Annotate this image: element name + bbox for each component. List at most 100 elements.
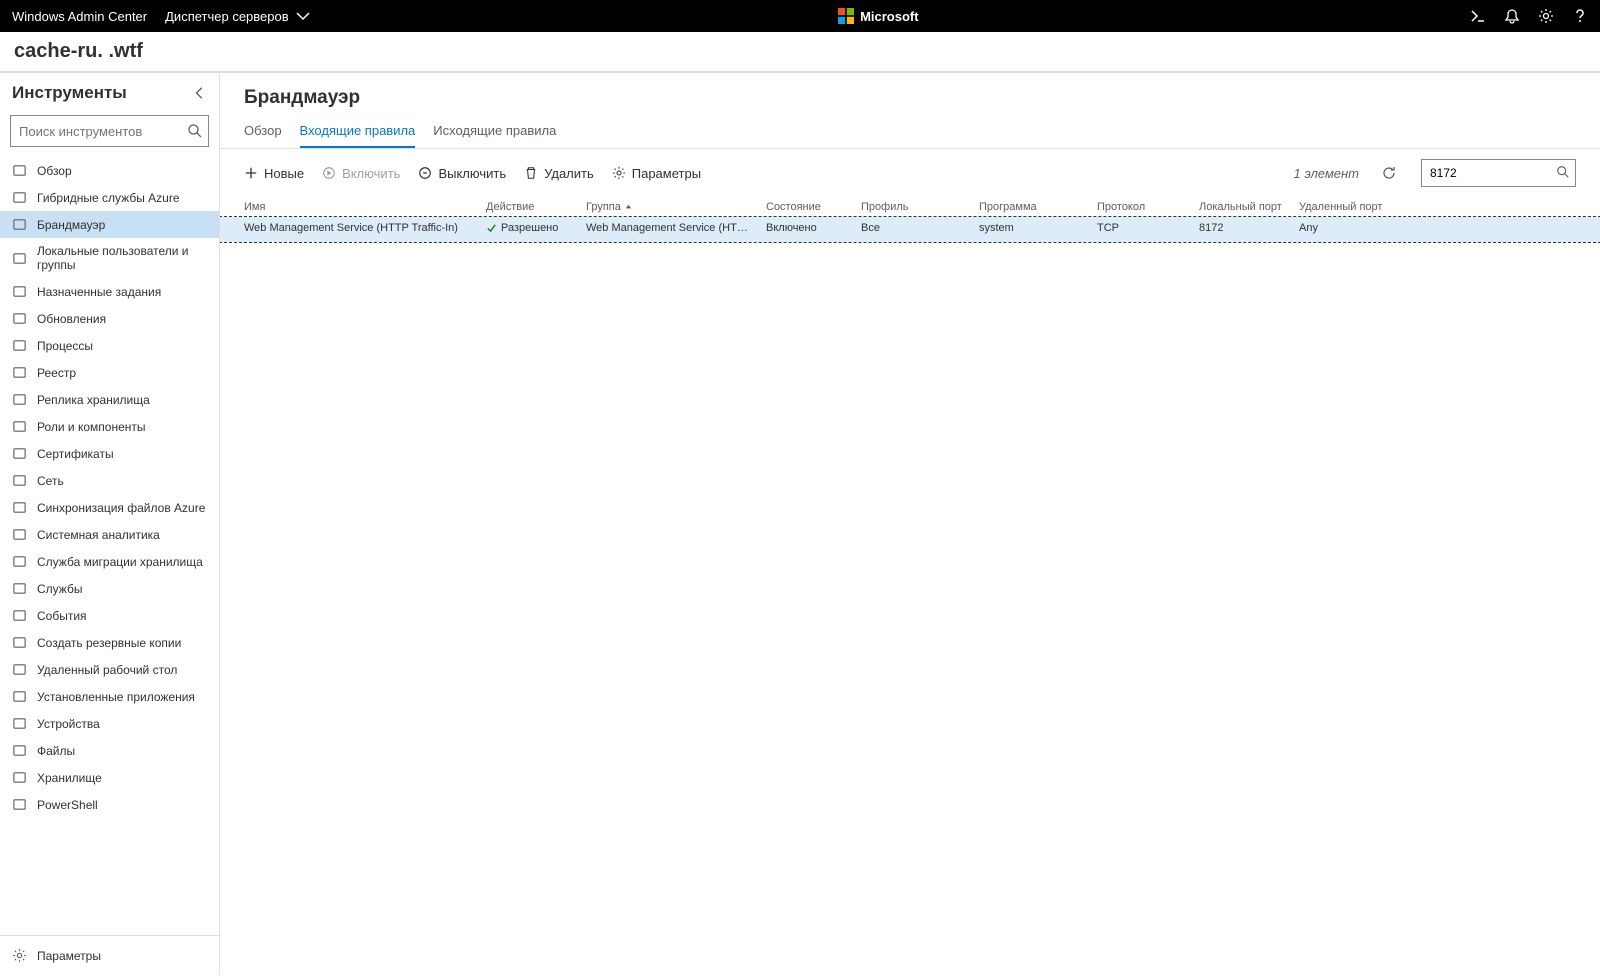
cell-profile: Все — [855, 222, 973, 237]
col-protocol[interactable]: Протокол — [1091, 201, 1193, 213]
sidebar-item-label: Обзор — [37, 164, 72, 178]
server-name-p3: .wtf — [109, 40, 143, 62]
disable-button[interactable]: Выключить — [418, 166, 506, 181]
tool-icon — [12, 770, 27, 785]
sidebar-item[interactable]: Обновления — [0, 305, 219, 332]
new-button[interactable]: Новые — [244, 166, 304, 181]
sidebar-item[interactable]: Установленные приложения — [0, 683, 219, 710]
sidebar-item[interactable]: Синхронизация файлов Azure — [0, 494, 219, 521]
tools-search-input[interactable] — [10, 115, 209, 147]
sidebar-item[interactable]: Обзор — [0, 157, 219, 184]
sidebar-item[interactable]: События — [0, 602, 219, 629]
col-group[interactable]: Группа — [580, 201, 760, 213]
sidebar-item[interactable]: Файлы — [0, 737, 219, 764]
sidebar-item[interactable]: Службы — [0, 575, 219, 602]
sidebar-item-label: Хранилище — [37, 771, 102, 785]
col-profile[interactable]: Профиль — [855, 201, 973, 213]
console-icon[interactable] — [1470, 8, 1486, 24]
cell-name: Web Management Service (HTTP Traffic-In) — [220, 222, 480, 237]
filter-input[interactable] — [1421, 159, 1576, 187]
tool-icon — [12, 797, 27, 812]
col-remote-port[interactable]: Удаленный порт — [1293, 201, 1600, 213]
col-action[interactable]: Действие — [480, 201, 580, 213]
sidebar-item[interactable]: Служба миграции хранилища — [0, 548, 219, 575]
col-name[interactable]: Имя — [220, 201, 480, 213]
bell-icon[interactable] — [1504, 8, 1520, 24]
sidebar-item-label: Создать резервные копии — [37, 636, 181, 650]
tool-icon — [12, 581, 27, 596]
server-name-p1: cache-ru. — [14, 40, 103, 62]
sidebar-item[interactable]: Создать резервные копии — [0, 629, 219, 656]
tab-inbound[interactable]: Входящие правила — [300, 123, 416, 148]
sidebar-item-label: Брандмауэр — [37, 218, 105, 232]
sidebar-item[interactable]: Назначенные задания — [0, 278, 219, 305]
sidebar-item[interactable]: Устройства — [0, 710, 219, 737]
sidebar-item-label: Удаленный рабочий стол — [37, 663, 177, 677]
sidebar-item-label: Назначенные задания — [37, 285, 161, 299]
tool-icon — [12, 743, 27, 758]
sidebar-item[interactable]: Роли и компоненты — [0, 413, 219, 440]
sidebar-item[interactable]: Процессы — [0, 332, 219, 359]
tool-icon — [12, 473, 27, 488]
collapse-sidebar-icon[interactable] — [193, 86, 207, 100]
sidebar-item-label: PowerShell — [37, 798, 98, 812]
tool-icon — [12, 311, 27, 326]
sidebar-item[interactable]: Реплика хранилища — [0, 386, 219, 413]
table-row[interactable]: Web Management Service (HTTP Traffic-In)… — [220, 217, 1600, 242]
topbar: Windows Admin Center Диспетчер серверов … — [0, 0, 1600, 32]
sidebar-item[interactable]: Реестр — [0, 359, 219, 386]
cell-protocol: TCP — [1091, 222, 1193, 237]
tool-icon — [12, 662, 27, 677]
sidebar-item-settings[interactable]: Параметры — [0, 942, 219, 969]
col-program[interactable]: Программа — [973, 201, 1091, 213]
cell-action-label: Разрешено — [501, 222, 558, 234]
settings-label: Параметры — [632, 166, 701, 181]
tool-icon — [12, 284, 27, 299]
settings-button[interactable]: Параметры — [612, 166, 701, 181]
sidebar-item-label: Реплика хранилища — [37, 393, 150, 407]
refresh-icon[interactable] — [1381, 165, 1397, 181]
tool-icon — [12, 527, 27, 542]
main-panel: Брандмауэр Обзор Входящие правила Исходя… — [220, 73, 1600, 975]
cell-remote-port: Any — [1293, 222, 1600, 237]
sidebar-item[interactable]: Брандмауэр — [0, 211, 219, 238]
tool-icon — [12, 163, 27, 178]
sidebar-item-label: Службы — [37, 582, 82, 596]
sidebar-item[interactable]: Сертификаты — [0, 440, 219, 467]
sidebar-item[interactable]: Системная аналитика — [0, 521, 219, 548]
sidebar-item[interactable]: Локальные пользователи и группы — [0, 238, 219, 278]
gear-icon[interactable] — [1538, 8, 1554, 24]
sidebar-item[interactable]: Хранилище — [0, 764, 219, 791]
tab-outbound[interactable]: Исходящие правила — [433, 123, 556, 148]
tool-icon — [12, 554, 27, 569]
new-label: Новые — [264, 166, 304, 181]
cell-action: Разрешено — [480, 222, 580, 237]
tool-icon — [12, 217, 27, 232]
toolbar: Новые Включить Выключить Удалить Парамет… — [220, 149, 1600, 197]
search-icon — [187, 123, 203, 139]
delete-label: Удалить — [544, 166, 594, 181]
plus-icon — [244, 166, 258, 180]
search-icon — [1556, 165, 1570, 179]
filter-box — [1421, 159, 1576, 187]
enable-button[interactable]: Включить — [322, 166, 400, 181]
tool-icon — [12, 500, 27, 515]
help-icon[interactable] — [1572, 8, 1588, 24]
check-icon — [486, 223, 497, 234]
enable-icon — [322, 166, 336, 180]
app-brand[interactable]: Windows Admin Center — [12, 9, 147, 24]
delete-button[interactable]: Удалить — [524, 166, 594, 181]
sidebar-item[interactable]: PowerShell — [0, 791, 219, 818]
context-switcher[interactable]: Диспетчер серверов — [165, 8, 311, 24]
sidebar-item[interactable]: Гибридные службы Azure — [0, 184, 219, 211]
cell-state: Включено — [760, 222, 855, 237]
tool-icon — [12, 365, 27, 380]
col-local-port[interactable]: Локальный порт — [1193, 201, 1293, 213]
tool-icon — [12, 689, 27, 704]
col-group-label: Группа — [586, 201, 621, 213]
sidebar-item[interactable]: Сеть — [0, 467, 219, 494]
col-state[interactable]: Состояние — [760, 201, 855, 213]
sidebar-item[interactable]: Удаленный рабочий стол — [0, 656, 219, 683]
tab-overview[interactable]: Обзор — [244, 123, 282, 148]
gear-icon — [12, 948, 27, 963]
